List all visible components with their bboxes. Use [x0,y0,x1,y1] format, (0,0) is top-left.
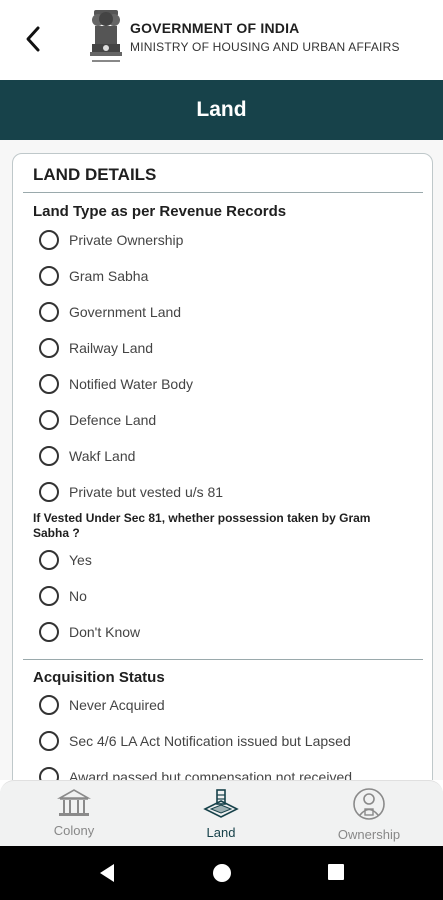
option-label: Sec 4/6 LA Act Notification issued but L… [69,733,351,749]
nav-colony-label: Colony [53,823,95,838]
radio-circle[interactable] [39,482,59,502]
option-label: Railway Land [69,340,154,356]
radio-private-ownership[interactable]: Private Ownership [39,228,183,252]
card-title: LAND DETAILS [33,165,157,184]
bottom-navigation: Colony Land Ownership [0,780,443,846]
radio-notified-water-body[interactable]: Notified Water Body [39,372,193,396]
radio-circle[interactable] [39,446,59,466]
government-title: GOVERNMENT OF INDIA [130,20,300,36]
owner-person-icon [353,788,385,820]
radio-yes[interactable]: Yes [39,548,92,572]
radio-never-acquired[interactable]: Never Acquired [39,693,165,717]
radio-government-land[interactable]: Government Land [39,300,181,324]
radio-circle[interactable] [39,731,59,751]
option-label: Private but vested u/s 81 [69,484,224,500]
option-label: Private Ownership [69,232,184,248]
option-label: Wakf Land [69,448,136,464]
option-label: Don't Know [69,624,141,640]
back-triangle-icon[interactable] [98,863,116,883]
radio-railway-land[interactable]: Railway Land [39,336,153,360]
vested-question: If Vested Under Sec 81, whether possessi… [33,511,371,540]
nav-colony[interactable]: Colony [14,787,134,845]
radio-gram-sabha[interactable]: Gram Sabha [39,264,148,288]
nav-land-label: Land [206,825,236,840]
divider [23,659,423,660]
recents-square-icon[interactable] [327,863,345,881]
building-icon [57,789,91,816]
radio-circle[interactable] [39,374,59,394]
nav-ownership-label: Ownership [337,827,401,842]
acquisition-heading: Acquisition Status [33,669,165,686]
page-title-bar: Land [0,80,443,140]
land-plot-icon [203,789,239,818]
radio-notification-lapsed[interactable]: Sec 4/6 LA Act Notification issued but L… [39,729,351,753]
option-label: Defence Land [69,412,157,428]
radio-wakf-land[interactable]: Wakf Land [39,444,135,468]
option-label: Notified Water Body [69,376,193,392]
option-label: Government Land [69,304,182,320]
radio-circle[interactable] [39,622,59,642]
land-type-heading: Land Type as per Revenue Records [33,203,287,220]
divider [23,192,423,193]
option-label: No [69,588,87,604]
radio-defence-land[interactable]: Defence Land [39,408,156,432]
option-label: Award passed but compensation not receiv… [69,769,353,780]
radio-circle[interactable] [39,410,59,430]
radio-circle[interactable] [39,767,59,780]
nav-land[interactable]: Land [161,787,281,845]
radio-dont-know[interactable]: Don't Know [39,620,140,644]
radio-circle[interactable] [39,338,59,358]
radio-award-passed[interactable]: Award passed but compensation not receiv… [39,765,352,780]
radio-private-vested[interactable]: Private but vested u/s 81 [39,480,223,504]
land-details-card: LAND DETAILS Land Type as per Revenue Re… [12,153,433,780]
back-button[interactable] [18,22,48,56]
radio-circle[interactable] [39,266,59,286]
radio-no[interactable]: No [39,584,87,608]
radio-circle[interactable] [39,550,59,570]
app-header: GOVERNMENT OF INDIA MINISTRY OF HOUSING … [0,0,443,80]
radio-circle[interactable] [39,695,59,715]
home-circle-icon[interactable] [212,863,232,883]
radio-circle[interactable] [39,586,59,606]
scroll-content[interactable]: LAND DETAILS Land Type as per Revenue Re… [0,140,443,780]
ministry-title: MINISTRY OF HOUSING AND URBAN AFFAIRS [130,40,400,54]
national-emblem-icon [86,6,126,68]
nav-ownership[interactable]: Ownership [309,787,429,845]
option-label: Gram Sabha [69,268,149,284]
option-label: Never Acquired [69,697,165,713]
back-arrow-icon [26,26,40,52]
system-nav-bar [0,846,443,900]
radio-circle[interactable] [39,302,59,322]
option-label: Yes [69,552,92,568]
radio-circle[interactable] [39,230,59,250]
page-title: Land [196,98,247,121]
